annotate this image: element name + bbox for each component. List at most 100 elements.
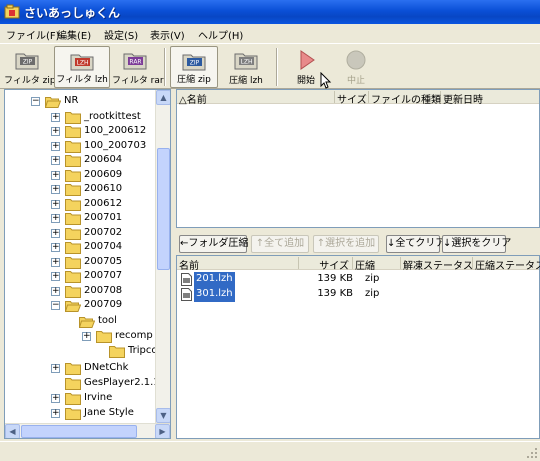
expand-icon[interactable]: + <box>51 394 60 403</box>
scroll-down-arrow-icon[interactable]: ▼ <box>156 408 170 423</box>
clear-all-button[interactable]: ↓全てクリア <box>386 235 445 253</box>
filter-zip-badge: ZIP <box>23 59 33 66</box>
collapse-icon[interactable]: − <box>31 97 40 106</box>
expand-icon[interactable]: + <box>51 156 60 165</box>
expand-icon[interactable]: + <box>51 171 60 180</box>
expand-icon[interactable]: + <box>51 258 60 267</box>
folder-icon <box>109 346 125 358</box>
column-compress-status[interactable]: 圧縮ステータス <box>473 257 540 272</box>
tree-item-label: 200702 <box>84 227 123 238</box>
title-bar[interactable]: さいあっしゅくん <box>0 0 540 24</box>
collapse-icon[interactable]: − <box>51 301 60 310</box>
filter-rar-button[interactable]: RAR フィルタ rar <box>112 46 164 88</box>
filter-zip-button[interactable]: ZIP フィルタ zip <box>4 46 56 88</box>
window-title: さいあっしゅくん <box>24 6 121 20</box>
resize-grip-icon[interactable] <box>526 447 538 459</box>
tree-item-label: NR <box>64 95 79 106</box>
action-buttons: ←フォルダ圧縮 ↑全て追加 ↑選択を追加 ↓全てクリア ↓選択をクリア <box>176 233 540 255</box>
tree-item-label: 200701 <box>84 212 123 223</box>
clear-selected-button[interactable]: ↓選択をクリア <box>442 235 511 253</box>
file-size: 139 KB <box>317 288 353 299</box>
expand-icon[interactable]: + <box>51 127 60 136</box>
scroll-right-arrow-icon[interactable]: ▶ <box>155 424 170 438</box>
compress-lzh-badge: LZH <box>241 59 253 66</box>
zip-folder-icon: ZIP <box>15 53 39 70</box>
tree-item-label: 200610 <box>84 183 123 194</box>
expand-icon[interactable]: + <box>51 409 60 418</box>
folder-tree[interactable]: − NR + _rootkittest +100_200612 +100_200703 +2… <box>4 89 171 439</box>
filter-zip-label: フィルタ zip <box>4 76 56 86</box>
column-compression[interactable]: 圧縮 <box>353 257 401 272</box>
expand-icon[interactable]: + <box>51 185 60 194</box>
folder-icon <box>65 199 81 211</box>
tree-item-label: GesPlayer2.1.12 <box>84 377 167 388</box>
column-size[interactable]: サイズ <box>299 257 353 272</box>
filter-lzh-badge: LZH <box>77 60 89 67</box>
folder-compress-button[interactable]: ←フォルダ圧縮 <box>179 235 248 253</box>
folder-open-icon <box>45 97 61 108</box>
expand-icon[interactable]: + <box>82 332 91 341</box>
folder-icon <box>65 242 81 254</box>
status-bar <box>0 441 540 461</box>
column-file-type[interactable]: ファイルの種類 <box>369 91 441 106</box>
column-name[interactable]: 名前 <box>177 257 299 272</box>
file-name: 301.lzh <box>194 287 235 302</box>
tree-item-label: 200704 <box>84 241 123 252</box>
lzh-compress-folder-icon: LZH <box>234 53 258 70</box>
lower-file-list[interactable]: 名前 サイズ 圧縮 解凍ステータス 圧縮ステータス 201.lzh 139 KB… <box>176 255 540 439</box>
expand-icon[interactable]: + <box>51 243 60 252</box>
folder-icon <box>65 228 81 240</box>
menu-help[interactable]: ヘルプ(H) <box>198 27 243 42</box>
tree-item-label: 100_200612 <box>84 125 147 136</box>
menu-file[interactable]: ファイル(F) <box>6 27 60 42</box>
expand-icon[interactable]: + <box>51 287 60 296</box>
folder-icon <box>65 213 81 225</box>
filter-lzh-button[interactable]: LZH フィルタ lzh <box>54 46 110 88</box>
expand-icon[interactable]: + <box>51 214 60 223</box>
tree-item-label: 200705 <box>84 256 123 267</box>
folder-icon <box>65 378 81 390</box>
scroll-left-arrow-icon[interactable]: ◀ <box>5 424 20 438</box>
expand-icon[interactable]: + <box>51 200 60 209</box>
compress-lzh-button[interactable]: LZH 圧縮 lzh <box>222 46 270 88</box>
menu-edit[interactable]: 編集(E) <box>57 27 91 42</box>
upper-list-header: △名前 サイズ ファイルの種類 更新日時 <box>177 90 540 106</box>
stop-button[interactable]: 中止 <box>334 46 378 88</box>
expand-icon[interactable]: + <box>51 113 60 122</box>
tree-vertical-scrollbar[interactable]: ▲ ▼ <box>155 90 170 423</box>
column-name[interactable]: △名前 <box>177 91 335 106</box>
upper-file-list[interactable]: △名前 サイズ ファイルの種類 更新日時 <box>176 89 540 228</box>
expand-icon[interactable]: + <box>51 229 60 238</box>
table-row[interactable]: 201.lzh 139 KB zip <box>179 272 537 287</box>
folder-icon <box>65 393 81 405</box>
archive-file-icon <box>181 273 192 286</box>
tree-item-label: 200604 <box>84 154 123 165</box>
tree-horizontal-scrollbar[interactable]: ◀ ▶ <box>5 423 170 438</box>
add-all-button[interactable]: ↑全て追加 <box>251 235 309 253</box>
folder-open-icon <box>65 301 81 312</box>
stop-label: 中止 <box>346 76 365 86</box>
add-selected-button[interactable]: ↑選択を追加 <box>313 235 379 253</box>
menu-settings[interactable]: 設定(S) <box>104 27 138 42</box>
play-icon <box>300 50 315 70</box>
tree-item-label: tool <box>98 315 117 326</box>
compress-zip-badge: ZIP <box>190 60 200 67</box>
column-modified[interactable]: 更新日時 <box>441 91 540 106</box>
folder-icon <box>65 112 81 124</box>
compress-zip-button[interactable]: ZIP 圧縮 zip <box>170 46 218 88</box>
filter-rar-label: フィルタ rar <box>112 76 164 86</box>
folder-icon <box>65 170 81 182</box>
menu-view[interactable]: 表示(V) <box>150 27 185 42</box>
table-row[interactable]: 301.lzh 139 KB zip <box>179 287 537 302</box>
expand-icon[interactable]: + <box>51 272 60 281</box>
column-extract-status[interactable]: 解凍ステータス <box>401 257 473 272</box>
scroll-up-arrow-icon[interactable]: ▲ <box>156 90 170 105</box>
file-name: 201.lzh <box>194 272 235 287</box>
tree-scroll-thumb[interactable] <box>157 148 170 270</box>
tree-hscroll-thumb[interactable] <box>21 425 137 438</box>
expand-icon[interactable]: + <box>51 142 60 151</box>
column-size[interactable]: サイズ <box>335 91 369 106</box>
folder-open-icon <box>79 317 95 328</box>
lzh-folder-icon: LZH <box>70 54 94 71</box>
expand-icon[interactable]: + <box>51 364 60 373</box>
